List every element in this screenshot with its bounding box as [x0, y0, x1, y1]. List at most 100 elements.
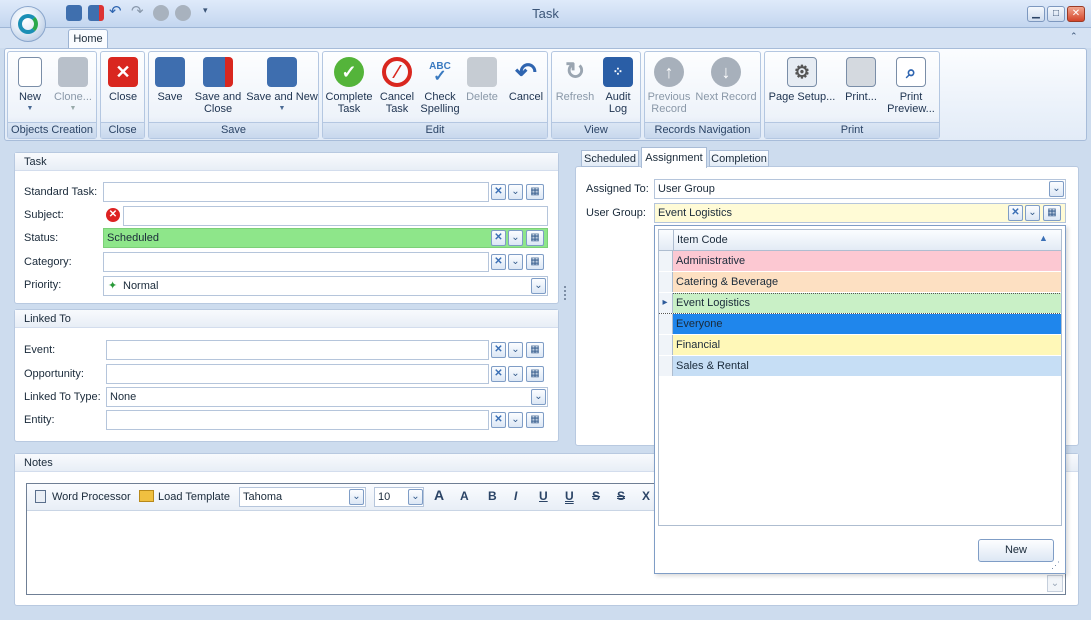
previous-record-button[interactable]: ↑ Previous Record: [646, 55, 692, 119]
linked-to-type-field[interactable]: None: [106, 387, 548, 407]
refresh-button[interactable]: ↻ Refresh: [554, 55, 596, 119]
chevron-down-icon[interactable]: ⌄: [508, 366, 523, 382]
dropdown-row[interactable]: Everyone: [658, 314, 1062, 335]
category-field[interactable]: [103, 252, 489, 272]
close-button[interactable]: ✕ Close: [104, 55, 142, 119]
chevron-down-icon[interactable]: ⌄: [531, 278, 546, 294]
clone-button[interactable]: Clone... ▼: [50, 55, 96, 119]
app-menu-logo-icon[interactable]: [10, 6, 46, 42]
double-underline-icon[interactable]: U: [565, 489, 574, 503]
lookup-table-icon[interactable]: ▦: [526, 184, 544, 200]
dropdown-row[interactable]: Financial: [658, 335, 1062, 356]
maximize-button[interactable]: □: [1047, 6, 1065, 22]
assigned-to-label: Assigned To:: [586, 183, 649, 195]
word-processor-button[interactable]: Word Processor: [52, 491, 131, 503]
dropdown-column-header[interactable]: Item Code ▲: [658, 229, 1062, 251]
check-spelling-button[interactable]: ABC ✓ Check Spelling: [419, 55, 461, 119]
shrink-font-icon[interactable]: A: [460, 489, 469, 503]
font-select[interactable]: Tahoma: [239, 487, 366, 507]
priority-label: Priority:: [24, 279, 62, 291]
italic-icon[interactable]: I: [514, 489, 517, 503]
clear-icon[interactable]: ✕: [491, 254, 506, 270]
priority-field[interactable]: [103, 276, 548, 296]
sort-ascending-icon: ▲: [1039, 233, 1048, 243]
chevron-down-icon[interactable]: ⌄: [531, 389, 546, 405]
load-template-button[interactable]: Load Template: [158, 491, 230, 503]
item-code-header: Item Code: [677, 234, 728, 246]
clear-icon[interactable]: ✕: [491, 366, 506, 382]
standard-task-field[interactable]: [103, 182, 489, 202]
save-button[interactable]: Save: [153, 55, 187, 119]
dropdown-row[interactable]: Sales & Rental: [658, 356, 1062, 377]
splitter-handle[interactable]: [564, 286, 568, 300]
double-strikethrough-icon[interactable]: S: [617, 489, 625, 503]
lookup-table-icon[interactable]: ▦: [526, 412, 544, 428]
lookup-table-icon[interactable]: ▦: [1043, 205, 1061, 221]
subject-field[interactable]: [123, 206, 548, 226]
dropdown-row[interactable]: ▸ Event Logistics: [658, 293, 1062, 314]
save-and-close-button[interactable]: Save and Close: [192, 55, 244, 119]
clear-icon[interactable]: ✕: [1008, 205, 1023, 221]
resize-grip-icon[interactable]: ⋰: [1051, 560, 1060, 571]
clear-icon[interactable]: ✕: [491, 412, 506, 428]
strikethrough-icon[interactable]: S: [592, 489, 600, 503]
clear-icon[interactable]: ✕: [491, 342, 506, 358]
status-label: Status:: [24, 232, 59, 244]
chevron-down-icon[interactable]: ⌄: [508, 412, 523, 428]
word-processor-icon: [35, 490, 46, 503]
new-group-button[interactable]: New: [978, 539, 1054, 562]
entity-field[interactable]: [106, 410, 489, 430]
error-icon: ✕: [106, 208, 120, 222]
next-record-button[interactable]: ↓ Next Record: [694, 55, 758, 119]
chevron-down-icon[interactable]: ⌄: [508, 230, 523, 246]
chevron-down-icon[interactable]: ⌄: [1025, 205, 1040, 221]
tab-assignment[interactable]: Assignment: [641, 147, 707, 168]
clone-icon: [58, 57, 88, 87]
user-group-label: User Group:: [586, 207, 646, 219]
complete-task-button[interactable]: ✓ Complete Task: [325, 55, 373, 119]
assigned-to-field[interactable]: User Group: [654, 179, 1066, 199]
linked-to-panel-header: Linked To: [15, 310, 558, 328]
grow-font-icon[interactable]: A: [434, 487, 444, 503]
opportunity-label: Opportunity:: [24, 368, 84, 380]
status-field[interactable]: Scheduled: [103, 228, 548, 248]
page-setup-button[interactable]: ⚙ Page Setup...: [766, 55, 838, 119]
minimize-button[interactable]: ▁: [1027, 6, 1045, 22]
chevron-down-icon[interactable]: ⌄: [349, 489, 364, 505]
delete-button[interactable]: Delete: [463, 55, 501, 119]
underline-icon[interactable]: U: [539, 489, 548, 503]
chevron-down-icon[interactable]: ⌄: [1049, 181, 1064, 197]
tab-home[interactable]: Home: [68, 29, 108, 49]
lookup-table-icon[interactable]: ▦: [526, 230, 544, 246]
bold-icon[interactable]: B: [488, 489, 497, 503]
collapse-ribbon-icon[interactable]: ⌃: [1070, 31, 1078, 42]
cancel-task-button[interactable]: ⁄ Cancel Task: [377, 55, 417, 119]
save-and-new-button[interactable]: Save and New ▼: [246, 55, 318, 119]
linked-to-type-label: Linked To Type:: [24, 391, 101, 403]
chevron-down-icon[interactable]: ⌄: [508, 342, 523, 358]
new-button[interactable]: New ▼: [12, 55, 48, 119]
tab-completion[interactable]: Completion: [709, 150, 769, 167]
clear-icon[interactable]: ✕: [491, 184, 506, 200]
opportunity-field[interactable]: [106, 364, 489, 384]
chevron-down-icon[interactable]: ⌄: [508, 184, 523, 200]
chevron-down-icon[interactable]: ⌄: [508, 254, 523, 270]
print-preview-button[interactable]: ⌕ Print Preview...: [884, 55, 938, 119]
dropdown-row[interactable]: Administrative: [658, 251, 1062, 272]
scroll-down-icon[interactable]: ⌄: [1047, 575, 1063, 592]
down-arrow-icon: ↓: [711, 57, 741, 87]
lookup-table-icon[interactable]: ▦: [526, 366, 544, 382]
clear-icon[interactable]: ✕: [491, 230, 506, 246]
audit-log-button[interactable]: ⁘ Audit Log: [600, 55, 636, 119]
user-group-field[interactable]: Event Logistics: [654, 203, 1066, 223]
superscript-icon[interactable]: X: [642, 489, 650, 503]
dropdown-row[interactable]: Catering & Beverage: [658, 272, 1062, 293]
tab-scheduled[interactable]: Scheduled: [581, 150, 639, 167]
print-button[interactable]: Print...: [840, 55, 882, 119]
event-field[interactable]: [106, 340, 489, 360]
chevron-down-icon[interactable]: ⌄: [408, 489, 423, 505]
cancel-button[interactable]: ↶ Cancel: [506, 55, 546, 119]
close-window-button[interactable]: ✕: [1067, 6, 1085, 22]
lookup-table-icon[interactable]: ▦: [526, 342, 544, 358]
lookup-table-icon[interactable]: ▦: [526, 254, 544, 270]
